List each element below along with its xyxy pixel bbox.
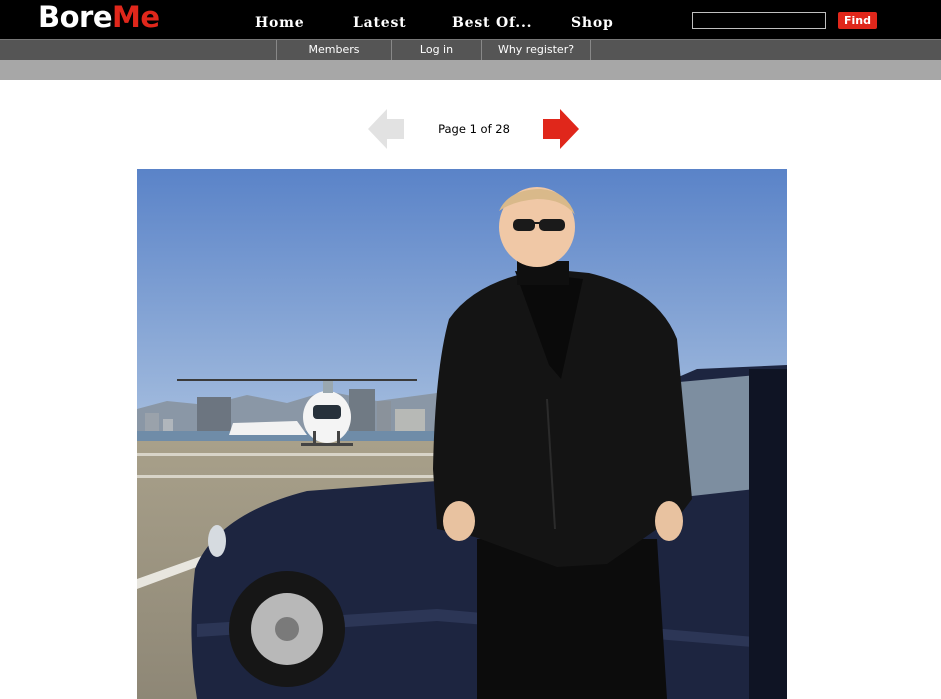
sub-nav: Members Log in Why register? bbox=[0, 39, 941, 61]
next-page-button[interactable] bbox=[542, 108, 580, 150]
top-header: BoreMe Home Latest Best Of... Shop Find bbox=[0, 0, 941, 39]
nav-home[interactable]: Home bbox=[255, 14, 305, 32]
nav-latest[interactable]: Latest bbox=[353, 14, 406, 32]
pager: Page 1 of 28 bbox=[0, 108, 941, 150]
subnav-members[interactable]: Members bbox=[276, 40, 391, 61]
main-photo[interactable] bbox=[137, 169, 787, 699]
left-arrow-icon bbox=[368, 109, 404, 149]
search-input[interactable] bbox=[692, 12, 826, 29]
subnav-log-in[interactable]: Log in bbox=[391, 40, 481, 61]
find-button[interactable]: Find bbox=[838, 12, 877, 29]
logo-text-bore: Bore bbox=[38, 0, 113, 34]
subnav-divider bbox=[590, 40, 591, 61]
photo-illustration bbox=[137, 169, 787, 699]
subnav-why-register[interactable]: Why register? bbox=[481, 40, 590, 61]
gray-band bbox=[0, 60, 941, 80]
prev-page-button[interactable] bbox=[367, 108, 405, 150]
right-arrow-icon bbox=[543, 109, 579, 149]
page-indicator: Page 1 of 28 bbox=[438, 122, 510, 136]
site-logo[interactable]: BoreMe bbox=[38, 1, 160, 33]
nav-best-of[interactable]: Best Of... bbox=[452, 14, 532, 32]
logo-text-me: Me bbox=[112, 0, 160, 34]
nav-shop[interactable]: Shop bbox=[571, 14, 614, 32]
